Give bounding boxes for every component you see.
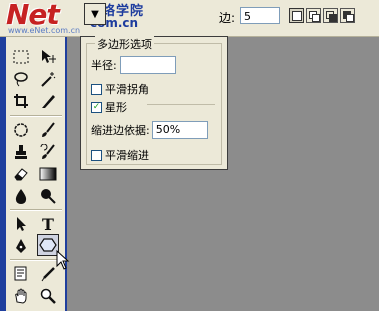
smooth-indents-checkbox[interactable]: 平滑缩进	[91, 147, 149, 163]
star-label: 星形	[105, 101, 127, 114]
smooth-corners-label: 平滑拐角	[105, 83, 149, 96]
star-section-divider	[147, 104, 215, 105]
notes-tool-icon[interactable]	[10, 263, 32, 285]
path-selection-tool-icon[interactable]	[10, 213, 32, 235]
geometry-options-arrow-button[interactable]: ▼	[84, 3, 106, 25]
slice-tool-icon[interactable]	[37, 90, 59, 112]
add-to-shape-button[interactable]	[306, 8, 321, 23]
crop-tool-icon[interactable]	[10, 90, 32, 112]
dodge-tool-icon[interactable]	[37, 185, 59, 207]
checkmark-icon: ✓	[91, 101, 102, 113]
sides-input[interactable]: 5	[240, 7, 280, 24]
toolbox-divider	[10, 209, 62, 211]
radius-row: 半径:	[91, 56, 176, 74]
eraser-tool-icon[interactable]	[10, 163, 32, 185]
chevron-down-icon: ▼	[91, 8, 99, 20]
logo-site: www.eNet.com.cn	[8, 26, 81, 35]
enet-watermark-logo: Net 网络学院 com.cn www.eNet.com.cn	[2, 0, 152, 36]
indent-input[interactable]: 50%	[151, 121, 208, 139]
polygon-options-title: 多边形选项	[95, 36, 154, 52]
sides-label: 边:	[219, 11, 236, 25]
magic-wand-tool-icon[interactable]	[37, 68, 59, 90]
toolbox-divider	[10, 259, 62, 261]
polygon-options-group: 多边形选项 半径: 平滑拐角 ✓ 星形 缩进边依据: 50% 平滑缩进	[86, 36, 222, 165]
exclude-overlap-button[interactable]	[340, 8, 355, 23]
checkbox-box	[91, 149, 102, 161]
move-tool-icon[interactable]	[37, 46, 59, 68]
smooth-corners-checkbox[interactable]: 平滑拐角	[91, 81, 149, 97]
hand-tool-icon[interactable]	[10, 285, 32, 307]
mouse-cursor-icon	[56, 250, 70, 270]
gradient-tool-icon[interactable]	[37, 163, 59, 185]
blur-tool-icon[interactable]	[10, 185, 32, 207]
star-checkbox[interactable]: ✓ 星形	[91, 99, 127, 115]
intersect-shape-button[interactable]	[323, 8, 338, 23]
path-operation-buttons	[289, 8, 355, 23]
brush-tool-icon[interactable]	[37, 119, 59, 141]
lasso-tool-icon[interactable]	[10, 68, 32, 90]
radius-input[interactable]	[119, 56, 176, 74]
indent-row: 缩进边依据: 50%	[91, 121, 208, 139]
type-tool-glyph: T	[42, 214, 54, 234]
checkbox-box	[91, 83, 102, 95]
healing-brush-tool-icon[interactable]	[10, 119, 32, 141]
zoom-tool-icon[interactable]	[37, 285, 59, 307]
toolbox-divider	[10, 115, 62, 117]
polygon-options-panel: 多边形选项 半径: 平滑拐角 ✓ 星形 缩进边依据: 50% 平滑缩进	[80, 36, 228, 170]
clone-stamp-tool-icon[interactable]	[10, 141, 32, 163]
options-bar: Net 网络学院 com.cn www.eNet.com.cn 边: 5	[0, 0, 379, 37]
indent-label: 缩进边依据:	[91, 124, 150, 137]
smooth-indents-label: 平滑缩进	[105, 149, 149, 162]
pen-tool-icon[interactable]	[10, 235, 32, 257]
history-brush-tool-icon[interactable]	[37, 141, 59, 163]
marquee-tool-icon[interactable]	[10, 46, 32, 68]
type-tool-icon[interactable]: T	[37, 213, 59, 235]
radius-label: 半径:	[91, 59, 117, 72]
new-shape-layer-button[interactable]	[289, 8, 304, 23]
